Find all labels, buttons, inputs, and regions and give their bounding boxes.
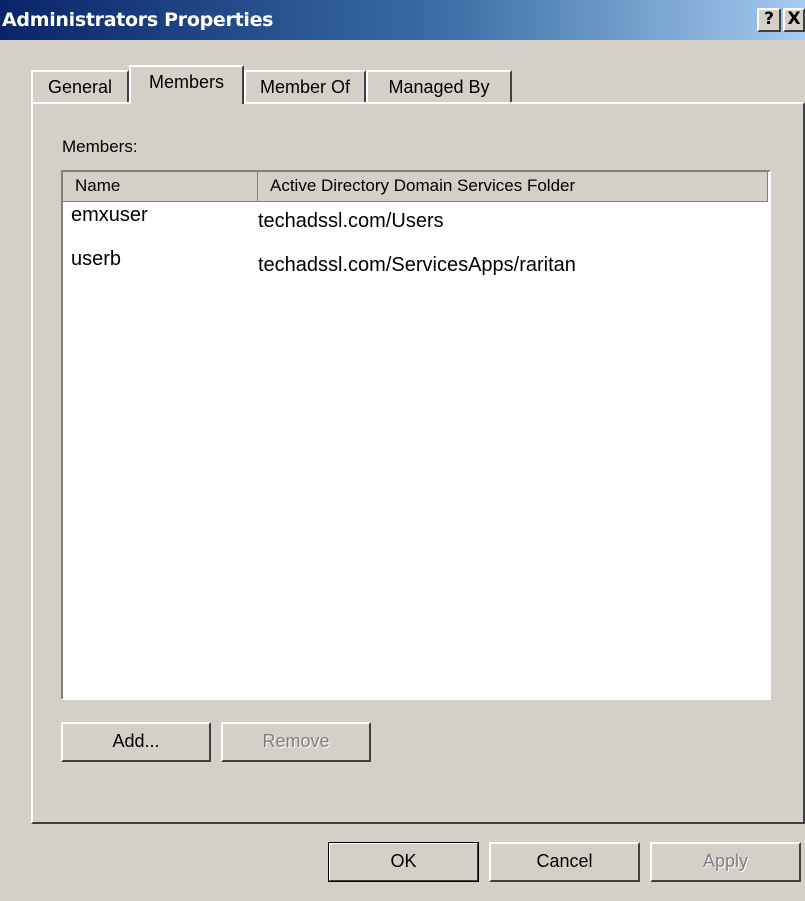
window-title: Administrators Properties — [2, 9, 274, 31]
members-label: Members: — [62, 137, 138, 156]
add-button[interactable]: Add... — [61, 722, 211, 762]
list-item[interactable]: emxuser techadssl.com/Users — [63, 204, 763, 234]
tab-member-of[interactable]: Member Of — [244, 70, 366, 104]
tab-members[interactable]: Members — [129, 65, 244, 104]
member-folder: techadssl.com/ServicesApps/raritan — [258, 254, 576, 276]
column-header-name[interactable]: Name — [63, 172, 258, 202]
member-name: emxuser — [71, 204, 148, 226]
ok-button[interactable]: OK — [328, 842, 479, 882]
remove-button[interactable]: Remove — [221, 722, 371, 762]
title-bar[interactable]: Administrators Properties ? X — [0, 0, 805, 40]
column-header-folder[interactable]: Active Directory Domain Services Folder — [258, 172, 768, 202]
help-button[interactable]: ? — [757, 8, 781, 32]
member-name: userb — [71, 248, 122, 270]
close-button[interactable]: X — [783, 8, 805, 32]
cancel-button[interactable]: Cancel — [489, 842, 640, 882]
apply-button[interactable]: Apply — [650, 842, 801, 882]
member-folder: techadssl.com/Users — [258, 210, 444, 232]
tab-general[interactable]: General — [31, 70, 129, 104]
list-item[interactable]: userb techadssl.com/ServicesApps/raritan — [63, 248, 763, 278]
members-list[interactable]: Name Active Directory Domain Services Fo… — [61, 170, 771, 700]
tab-managed-by[interactable]: Managed By — [366, 70, 512, 104]
